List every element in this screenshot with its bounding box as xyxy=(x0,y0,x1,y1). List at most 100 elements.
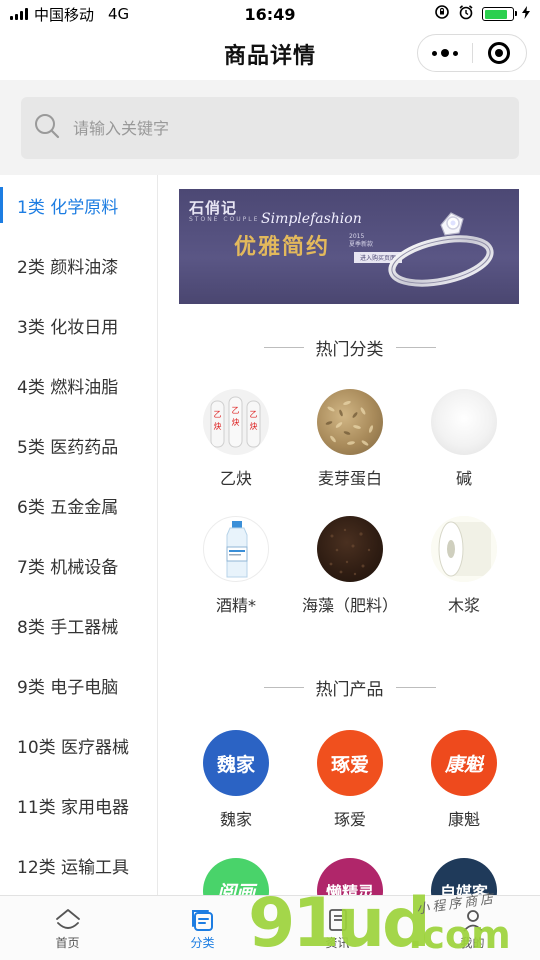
weijia-logo: 魏家 xyxy=(203,730,269,796)
gas-cylinders-image: 乙 炔 乙 炔 乙 炔 xyxy=(203,389,269,455)
more-button[interactable] xyxy=(418,35,472,71)
search-bar xyxy=(0,80,540,175)
sidebar-item-metal[interactable]: 6类 五金金属 xyxy=(0,475,157,535)
search-box[interactable] xyxy=(21,97,519,159)
lanjingling-logo: 懒精灵 xyxy=(317,858,383,895)
svg-text:乙: 乙 xyxy=(250,410,258,419)
sidebar-item-medicine[interactable]: 5类 医药药品 xyxy=(0,415,157,475)
divider-line-left xyxy=(263,347,304,348)
banner-note-season: 夏季新款 xyxy=(349,241,374,248)
banner-script: Simplefashion xyxy=(261,211,362,227)
tab-category-label: 分类 xyxy=(190,936,215,950)
more-dots-icon xyxy=(431,49,458,57)
kangkui-logo: 康魁 xyxy=(431,730,497,796)
charging-icon xyxy=(522,5,530,23)
category-label: 木浆 xyxy=(447,596,480,615)
sidebar-item-electronics[interactable]: 9类 电子电脑 xyxy=(0,655,157,715)
malt-grains-image xyxy=(317,389,383,455)
search-icon xyxy=(33,112,61,144)
profile-icon xyxy=(459,906,487,934)
product-label: 琢爱 xyxy=(333,810,366,829)
category-item-seaweed[interactable]: 海藻（肥料） xyxy=(293,516,407,616)
banner-note-year: 2015 xyxy=(349,233,365,240)
sidebar-item-hand-tools[interactable]: 8类 手工器械 xyxy=(0,595,157,655)
search-input[interactable] xyxy=(73,118,473,138)
banner-headline: 优雅简约 xyxy=(234,234,331,260)
svg-text:炔: 炔 xyxy=(250,421,258,431)
hot-products-title: 热门产品 xyxy=(315,680,384,700)
category-label: 乙炔 xyxy=(219,469,252,488)
category-icon xyxy=(189,906,217,934)
hot-categories-title: 热门分类 xyxy=(315,340,384,360)
svg-text:炔: 炔 xyxy=(214,421,222,431)
bottom-tab-bar: 首页 分类 资讯 我的 xyxy=(0,895,540,960)
category-sidebar: 1类 化学原料 2类 颜料油漆 3类 化妆日用 4类 燃料油脂 5类 医药药品 … xyxy=(0,175,158,895)
divider-line-right xyxy=(395,347,436,348)
sidebar-item-medical[interactable]: 10类 医疗器械 xyxy=(0,715,157,775)
product-item-weijia[interactable]: 魏家 魏家 xyxy=(179,730,293,830)
sidebar-item-cosmetics[interactable]: 3类 化妆日用 xyxy=(0,295,157,355)
banner-brand-sub: STONE COUPLE xyxy=(189,216,260,223)
signal-icon xyxy=(10,8,28,20)
category-item-alkali[interactable]: 碱 xyxy=(407,389,521,489)
category-item-malt-protein[interactable]: 麦芽蛋白 xyxy=(293,389,407,489)
category-label: 碱 xyxy=(455,469,472,488)
wood-pulp-roll-image xyxy=(431,516,497,582)
close-mini-program-button[interactable] xyxy=(473,35,527,71)
yuehua-logo: 阅画 xyxy=(203,858,269,895)
battery-fill xyxy=(484,9,508,19)
target-circle-icon xyxy=(488,42,511,64)
tab-category[interactable]: 分类 xyxy=(135,896,270,960)
tab-profile[interactable]: 我的 xyxy=(405,896,540,960)
sidebar-item-machinery[interactable]: 7类 机械设备 xyxy=(0,535,157,595)
sidebar-item-paint[interactable]: 2类 颜料油漆 xyxy=(0,235,157,295)
network-label: 4G xyxy=(108,5,130,23)
product-item-zimeike[interactable]: 自媒客 xyxy=(407,858,521,895)
hot-categories-heading: 热门分类 xyxy=(159,335,540,360)
nav-bar: 商品详情 xyxy=(0,28,540,80)
hot-products-heading: 热门产品 xyxy=(159,675,540,700)
category-content: 石俏记 STONE COUPLE Simplefashion 优雅简约 2015… xyxy=(159,175,540,895)
zhuoai-logo: 琢爱 xyxy=(317,730,383,796)
tab-news-label: 资讯 xyxy=(325,936,350,950)
sidebar-item-chemical[interactable]: 1类 化学原料 xyxy=(0,175,157,235)
alarm-icon xyxy=(458,4,474,24)
seaweed-fertilizer-image xyxy=(317,516,383,582)
category-item-acetylene[interactable]: 乙 炔 乙 炔 乙 炔 乙炔 xyxy=(179,389,293,489)
banner-brand: 石俏记 xyxy=(189,199,238,217)
sidebar-item-transport[interactable]: 12类 运输工具 xyxy=(0,835,157,895)
divider-line-left xyxy=(263,687,304,688)
svg-text:炔: 炔 xyxy=(232,417,240,427)
tab-profile-label: 我的 xyxy=(460,936,485,950)
tab-home-label: 首页 xyxy=(55,936,80,950)
status-bar: 中国移动 4G 16:49 xyxy=(0,0,540,28)
product-item-kangkui[interactable]: 康魁 康魁 xyxy=(407,730,521,830)
status-left: 中国移动 4G xyxy=(10,4,434,25)
tab-home[interactable]: 首页 xyxy=(0,896,135,960)
category-label: 麦芽蛋白 xyxy=(317,469,382,488)
category-label: 酒精* xyxy=(215,596,256,615)
category-item-alcohol[interactable]: 酒精* xyxy=(179,516,293,616)
zimeike-logo: 自媒客 xyxy=(431,858,497,895)
sidebar-item-appliances[interactable]: 11类 家用电器 xyxy=(0,775,157,835)
ring-image xyxy=(379,195,509,299)
sidebar-item-fuel[interactable]: 4类 燃料油脂 xyxy=(0,355,157,415)
banner-note: 2015 夏季新款 xyxy=(349,233,373,249)
product-label: 康魁 xyxy=(447,810,480,829)
product-item-lanjingling[interactable]: 懒精灵 xyxy=(293,858,407,895)
svg-text:乙: 乙 xyxy=(232,406,240,415)
category-label: 海藻（肥料） xyxy=(301,596,398,615)
promo-banner[interactable]: 石俏记 STONE COUPLE Simplefashion 优雅简约 2015… xyxy=(179,189,519,304)
status-right xyxy=(434,4,530,24)
alcohol-bottle-image xyxy=(203,516,269,582)
home-icon xyxy=(54,906,82,934)
product-item-zhuoai[interactable]: 琢爱 琢爱 xyxy=(293,730,407,830)
category-item-wood-pulp[interactable]: 木浆 xyxy=(407,516,521,616)
battery-icon xyxy=(482,7,517,21)
product-item-yuehua[interactable]: 阅画 xyxy=(179,858,293,895)
lock-rotation-icon xyxy=(434,4,450,24)
page-title: 商品详情 xyxy=(223,44,316,69)
divider-line-right xyxy=(395,687,436,688)
tab-news[interactable]: 资讯 xyxy=(270,896,405,960)
white-powder-image xyxy=(431,389,497,455)
